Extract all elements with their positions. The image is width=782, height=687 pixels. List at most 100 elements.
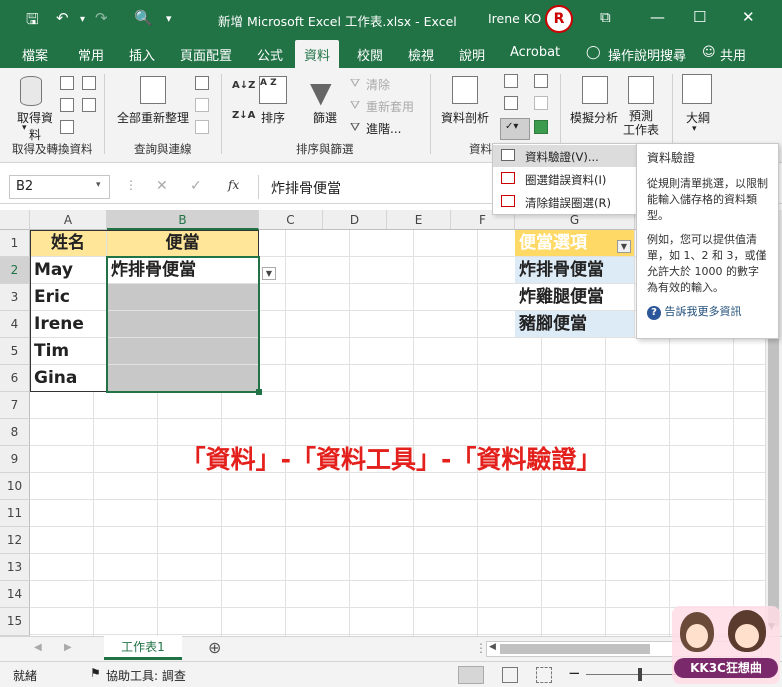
sort-button[interactable]: 排序 (259, 109, 287, 126)
undo-icon[interactable]: ↶ (56, 9, 69, 27)
tab-file[interactable]: 檔案 (22, 45, 48, 64)
from-web-icon[interactable] (82, 76, 96, 90)
vertical-scroll-thumb[interactable] (768, 338, 779, 626)
get-data-button[interactable]: 取得資料 (14, 109, 56, 143)
cell-b1[interactable]: 便當 (107, 230, 259, 257)
row-header[interactable]: 15 (0, 608, 30, 636)
sort-za-icon[interactable]: Z↓A (232, 110, 255, 121)
column-header[interactable]: D (323, 210, 387, 230)
tab-view[interactable]: 檢視 (408, 45, 434, 64)
column-header[interactable]: C (259, 210, 323, 230)
sort-az-icon[interactable]: A↓Z (232, 80, 255, 91)
cell-a1[interactable]: 姓名 (30, 230, 107, 257)
tell-me-more-link[interactable]: ? 告訴我更多資訊 (647, 304, 768, 320)
cell-a6[interactable]: Gina (30, 365, 107, 392)
share-icon[interactable]: ☺ (702, 45, 716, 60)
column-header[interactable]: E (387, 210, 451, 230)
row-header[interactable]: 7 (0, 392, 30, 419)
column-header[interactable]: B (107, 210, 259, 230)
tell-me-search[interactable]: 操作說明搜尋 (608, 45, 686, 64)
row-header[interactable]: 13 (0, 554, 30, 581)
page-layout-view-icon[interactable] (502, 667, 518, 683)
avatar[interactable]: R (545, 5, 573, 33)
normal-view-icon[interactable] (458, 666, 484, 684)
tab-home[interactable]: 常用 (78, 45, 104, 64)
cell-a3[interactable]: Eric (30, 284, 107, 311)
horizontal-scroll-thumb[interactable] (500, 644, 650, 654)
text-to-columns-button[interactable]: 資料剖析 (440, 109, 490, 126)
undo-dropdown-icon[interactable]: ▾ (80, 14, 85, 25)
scroll-left-icon[interactable]: ◀ (489, 642, 496, 652)
row-header[interactable]: 14 (0, 581, 30, 608)
ribbon-display-icon[interactable]: ⧉ (600, 8, 611, 26)
queries-connections-icon[interactable] (195, 76, 209, 90)
select-all-corner[interactable] (0, 210, 30, 230)
row-header[interactable]: 1 (0, 230, 30, 257)
close-icon[interactable]: ✕ (742, 8, 755, 26)
tab-review[interactable]: 校閱 (357, 45, 383, 64)
cell-b2[interactable]: 炸排骨便當 (107, 257, 259, 284)
menu-item-circle-invalid[interactable]: 圈選錯誤資料(I) (493, 168, 639, 190)
next-sheet-icon[interactable]: ▶ (64, 642, 72, 653)
name-box-dropdown-icon[interactable]: ▾ (96, 180, 101, 190)
column-header[interactable]: A (30, 210, 107, 230)
advanced-button[interactable]: 進階... (366, 120, 401, 137)
tab-page-layout[interactable]: 頁面配置 (180, 45, 232, 64)
zoom-out-icon[interactable]: − (568, 664, 581, 682)
from-table-icon[interactable] (60, 98, 74, 112)
cell-b4[interactable] (107, 311, 259, 338)
cell-a5[interactable]: Tim (30, 338, 107, 365)
cell-a2[interactable]: May (30, 257, 107, 284)
cell-g2[interactable]: 炸排骨便當 (515, 257, 635, 284)
cell-g3[interactable]: 炸雞腿便當 (515, 284, 635, 311)
row-header[interactable]: 2 (0, 257, 30, 284)
row-header[interactable]: 6 (0, 365, 30, 392)
remove-duplicates-icon[interactable] (504, 96, 518, 110)
save-icon[interactable]: 🖫 (26, 9, 39, 34)
filter-button[interactable]: 篩選 (311, 109, 339, 126)
share-button[interactable]: 共用 (720, 45, 746, 64)
row-header[interactable]: 10 (0, 473, 30, 500)
forecast-sheet-button[interactable]: 預測 工作表 (618, 109, 664, 137)
tab-formulas[interactable]: 公式 (257, 45, 283, 64)
row-header[interactable]: 3 (0, 284, 30, 311)
name-box[interactable]: B2 (9, 175, 110, 199)
outline-button[interactable]: 大綱 (682, 109, 714, 126)
cell-dropdown-arrow-icon[interactable]: ▼ (262, 267, 276, 280)
add-sheet-icon[interactable]: ⊕ (208, 638, 221, 657)
page-break-view-icon[interactable] (536, 667, 552, 683)
insert-function-icon[interactable]: fx (228, 178, 239, 192)
zoom-thumb[interactable] (638, 668, 642, 681)
sheet-tab[interactable]: 工作表1 (104, 636, 182, 660)
refresh-all-button[interactable]: 全部重新整理 (113, 109, 193, 126)
from-text-icon[interactable] (60, 76, 74, 90)
row-header[interactable]: 4 (0, 311, 30, 338)
prev-sheet-icon[interactable]: ◀ (34, 642, 42, 653)
row-header[interactable]: 12 (0, 527, 30, 554)
tab-help[interactable]: 說明 (459, 45, 485, 64)
existing-connections-icon[interactable] (60, 120, 74, 134)
tab-acrobat[interactable]: Acrobat (510, 45, 560, 60)
row-header[interactable]: 11 (0, 500, 30, 527)
menu-item-data-validation[interactable]: 資料驗證(V)... (493, 145, 639, 167)
recent-sources-icon[interactable] (82, 98, 96, 112)
user-name[interactable]: Irene KO (488, 11, 541, 26)
tab-insert[interactable]: 插入 (129, 45, 155, 64)
consolidate-icon[interactable] (534, 74, 548, 88)
data-model-icon[interactable] (534, 120, 548, 134)
fill-handle[interactable] (256, 389, 262, 395)
filter-arrow-icon[interactable]: ▼ (617, 240, 631, 253)
what-if-analysis-button[interactable]: 模擬分析 (568, 109, 620, 126)
cell-b5[interactable] (107, 338, 259, 365)
row-header[interactable]: 5 (0, 338, 30, 365)
maximize-icon[interactable]: ☐ (693, 8, 706, 26)
customize-qat-icon[interactable]: ▾ (166, 12, 172, 25)
accessibility-status[interactable]: 協助工具: 調查 (106, 667, 186, 684)
cell-a4[interactable]: Irene (30, 311, 107, 338)
menu-item-clear-circles[interactable]: 清除錯誤圈選(R) (493, 191, 639, 213)
zoom-slider[interactable] (586, 674, 676, 675)
flash-fill-icon[interactable] (504, 74, 518, 88)
cell-b6[interactable] (107, 365, 259, 392)
cell-g4[interactable]: 豬腳便當 (515, 311, 635, 338)
minimize-icon[interactable]: — (650, 8, 665, 26)
